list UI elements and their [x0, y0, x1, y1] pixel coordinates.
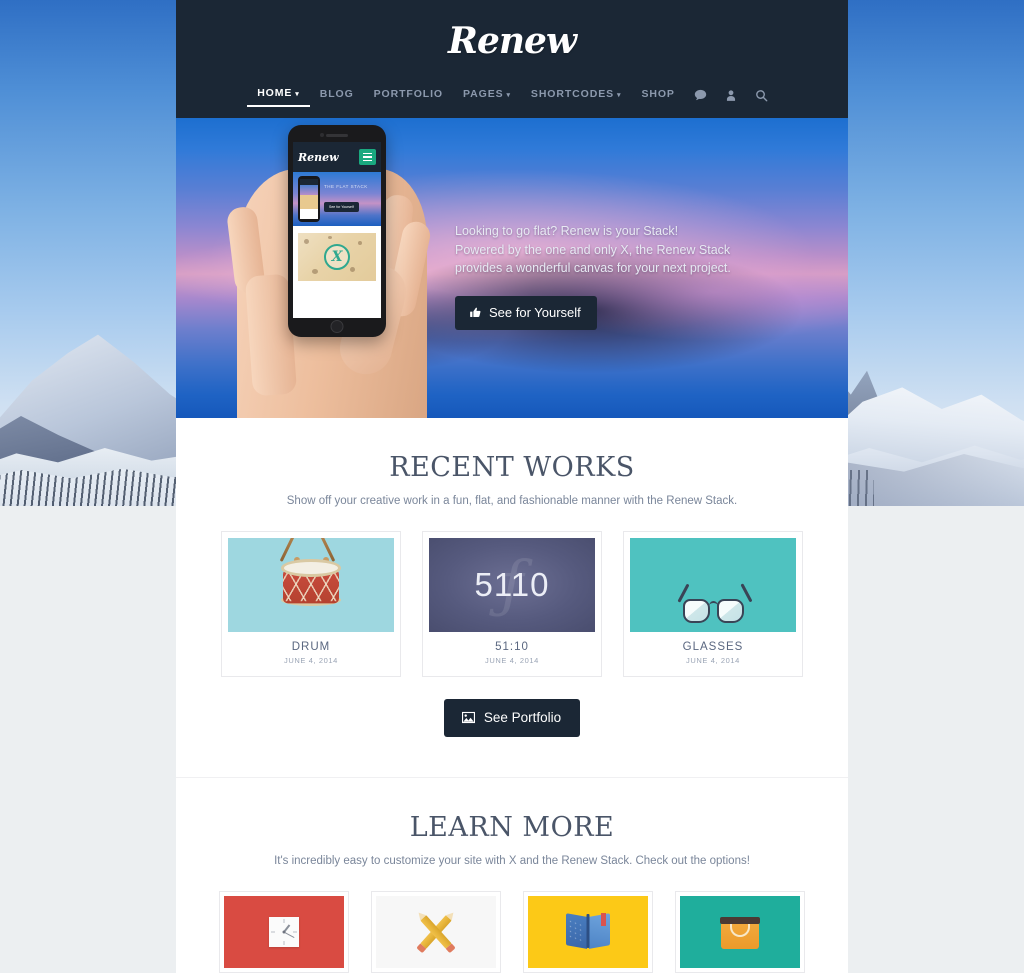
drum-head: [281, 559, 341, 577]
search-icon[interactable]: [746, 87, 777, 104]
phone-feature-card: X: [298, 233, 376, 281]
phone-device: Renew THE FLAT STACK See for Yourself X: [288, 125, 386, 337]
nav-item-portfolio[interactable]: PORTFOLIO: [364, 84, 453, 106]
nav-item-shop[interactable]: SHOP: [631, 84, 684, 106]
nav-item-shortcodes-label: SHORTCODES: [530, 88, 615, 100]
user-icon[interactable]: [716, 87, 746, 104]
nav-item-shop-label: SHOP: [641, 88, 675, 100]
hamburger-icon[interactable]: [359, 149, 376, 165]
glasses-artwork: [630, 538, 796, 632]
glasses-bridge: [709, 600, 718, 606]
phone-body: X: [293, 226, 381, 288]
site-masthead: Renew HOME ▾ BLOG PORTFOLIO PAGES ▾ SHOR…: [176, 0, 848, 118]
nav-item-blog[interactable]: BLOG: [310, 84, 364, 106]
glasses-temple: [740, 583, 753, 603]
nav-item-pages[interactable]: PAGES ▾: [453, 84, 521, 106]
shop-tile: [680, 896, 800, 968]
pages-tile: [528, 896, 648, 968]
comment-icon[interactable]: [685, 87, 716, 104]
nav-item-portfolio-label: PORTFOLIO: [373, 88, 444, 100]
phone-speaker: [326, 134, 348, 137]
recent-works-title: RECENT WORKS: [389, 452, 635, 483]
feature-box-forums[interactable]: FORUMS let's have a chat: [371, 891, 501, 973]
feature-box-pages[interactable]: PAGES build anything: [523, 891, 653, 973]
learn-more-subtitle: It's incredibly easy to customize your s…: [274, 855, 750, 867]
portfolio-card-title: GLASSES: [682, 641, 744, 653]
thumbs-up-icon: [469, 306, 482, 319]
chevron-down-icon: ▾: [295, 90, 300, 98]
learn-more-title: LEARN MORE: [409, 812, 615, 843]
learn-more-section: LEARN MORE It's incredibly easy to custo…: [176, 777, 848, 973]
see-for-yourself-label: See for Yourself: [489, 304, 581, 320]
drum-artwork: [228, 538, 394, 632]
5110-label: 5110: [474, 566, 550, 603]
glasses-lens: [683, 598, 710, 623]
recent-works-section: RECENT WORKS Show off your creative work…: [176, 418, 848, 777]
website-page: Renew HOME ▾ BLOG PORTFOLIO PAGES ▾ SHOR…: [176, 0, 848, 973]
phone-masthead: Renew: [293, 142, 381, 172]
feature-box-shortcodes[interactable]: SHORTCODES fast and flexible: [219, 891, 349, 973]
feature-box-list: SHORTCODES fast and flexible FORUMS let'…: [176, 891, 848, 973]
hero-line-2: Powered by the one and only X, the Renew…: [455, 242, 731, 257]
primary-navigation: HOME ▾ BLOG PORTFOLIO PAGES ▾ SHORTCODES…: [176, 82, 848, 108]
forums-tile: [376, 896, 496, 968]
hero-section: Renew THE FLAT STACK See for Yourself X …: [176, 118, 848, 418]
nav-item-home-label: HOME: [257, 87, 293, 99]
phone-hero-button[interactable]: See for Yourself: [324, 202, 359, 212]
phone-logo: Renew: [298, 150, 339, 164]
phone-in-hand-illustration: Renew THE FLAT STACK See for Yourself X: [225, 125, 447, 418]
x-badge: X: [324, 244, 350, 270]
phone-hero-headline: THE FLAT STACK: [324, 184, 368, 189]
nav-item-pages-label: PAGES: [463, 88, 504, 100]
portfolio-card-list: DRUM JUNE 4, 2014 ƒ 5110 51:10 JUNE 4, 2…: [176, 531, 848, 677]
hero-line-3: provides a wonderful canvas for your nex…: [455, 261, 731, 275]
recent-works-subtitle: Show off your creative work in a fun, fl…: [286, 495, 738, 507]
nav-item-shortcodes[interactable]: SHORTCODES ▾: [521, 84, 632, 106]
portfolio-card[interactable]: ƒ 5110 51:10 JUNE 4, 2014: [422, 531, 602, 677]
phone-hero: THE FLAT STACK See for Yourself: [293, 172, 381, 226]
phone-screen: Renew THE FLAT STACK See for Yourself X: [293, 142, 381, 318]
chevron-down-icon: ▾: [506, 91, 511, 99]
phone-hero-nested-phone: [298, 176, 320, 222]
5110-artwork: ƒ 5110: [429, 538, 595, 632]
see-for-yourself-button[interactable]: See for Yourself: [455, 295, 597, 330]
book-icon: [566, 913, 610, 949]
nav-item-home[interactable]: HOME ▾: [247, 83, 310, 107]
portfolio-card-title: 51:10: [495, 641, 529, 653]
feature-box-shop[interactable]: SHOP sell your product: [675, 891, 805, 973]
portfolio-card[interactable]: GLASSES JUNE 4, 2014: [623, 531, 803, 677]
site-logo[interactable]: Renew: [176, 16, 848, 66]
phone-camera: [320, 133, 324, 137]
glasses-lens: [717, 598, 744, 623]
portfolio-card-date: JUNE 4, 2014: [284, 656, 338, 665]
portfolio-card-date: JUNE 4, 2014: [485, 656, 539, 665]
shortcodes-tile: [224, 896, 344, 968]
bag-icon: [720, 915, 760, 949]
portfolio-card[interactable]: DRUM JUNE 4, 2014: [221, 531, 401, 677]
portfolio-card-date: JUNE 4, 2014: [686, 656, 740, 665]
see-portfolio-label: See Portfolio: [483, 710, 562, 725]
hero-copy: Looking to go flat? Renew is your Stack!…: [455, 222, 755, 330]
portfolio-card-title: DRUM: [291, 641, 331, 653]
see-portfolio-button[interactable]: See Portfolio: [443, 699, 581, 737]
clock-icon: [269, 917, 299, 947]
chevron-down-icon: ▾: [617, 91, 622, 99]
hero-line-1: Looking to go flat? Renew is your Stack!: [455, 224, 679, 238]
pencils-icon: [416, 912, 456, 952]
nav-item-blog-label: BLOG: [319, 88, 354, 100]
phone-home-button[interactable]: [330, 320, 344, 333]
image-icon: [461, 711, 476, 724]
